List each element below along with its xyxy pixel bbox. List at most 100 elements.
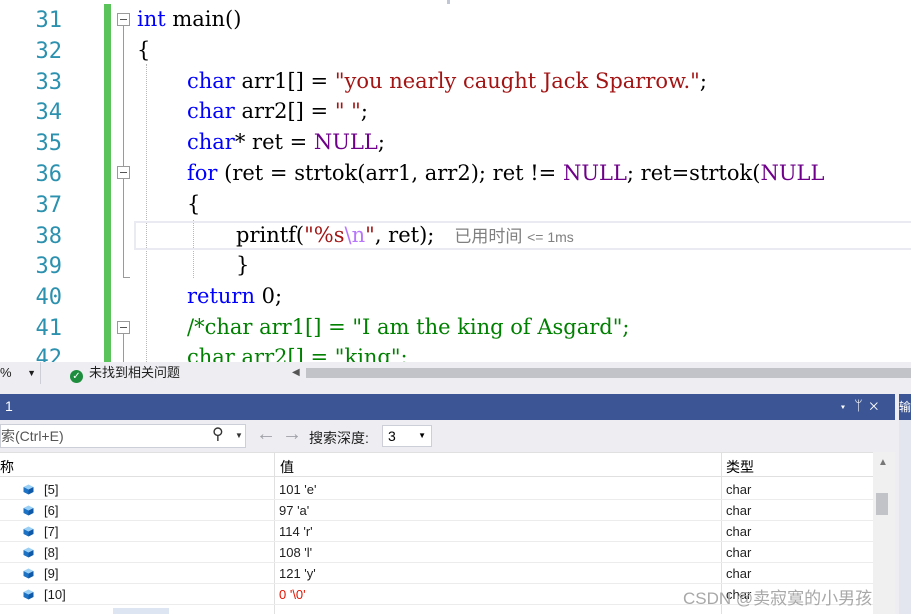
code-token: ; ret=strtok( xyxy=(626,161,761,185)
cell-value[interactable]: 114 'r' xyxy=(279,524,313,539)
line-number: 39 xyxy=(35,254,63,279)
table-row[interactable]: [5] 101 'e' char xyxy=(0,479,873,500)
fold-line xyxy=(123,26,124,166)
forward-arrow-icon[interactable]: → xyxy=(282,423,302,446)
output-tab-label: 输 xyxy=(899,394,911,420)
cell-value[interactable]: 101 'e' xyxy=(279,482,317,497)
code-line-35: char* ret = NULL; xyxy=(187,127,385,158)
code-token: NULL xyxy=(562,161,627,185)
code-line-39: } xyxy=(236,250,249,281)
code-line-36: for (ret = strtok(arr1, arr2); ret != NU… xyxy=(187,158,824,189)
search-icon[interactable]: ⚲ xyxy=(212,424,224,446)
code-token: ; xyxy=(699,69,707,93)
cell-name: [9] xyxy=(44,566,59,581)
code-token: arr1[] = xyxy=(234,69,335,93)
code-token: * ret = xyxy=(234,130,314,154)
code-token: arr2[] = xyxy=(234,99,335,123)
code-token: ; xyxy=(360,99,368,123)
perf-tip[interactable]: 已用时间 <= 1ms xyxy=(454,227,573,246)
column-header-name[interactable]: 称 xyxy=(0,457,14,477)
table-row[interactable]: [9] 121 'y' char xyxy=(0,563,873,584)
cell-name: [10] xyxy=(44,587,66,602)
watch-toolbar: 索(Ctrl+E) ⚲ ▼ ← → 搜索深度: 3 ▼ xyxy=(0,420,895,452)
code-token: int xyxy=(137,7,166,31)
line-number: 40 xyxy=(35,285,63,310)
chevron-down-icon: ▼ xyxy=(27,368,36,378)
cell-value[interactable]: 108 'l' xyxy=(279,545,312,560)
collapse-for-icon[interactable] xyxy=(117,166,130,179)
cell-value[interactable]: 97 'a' xyxy=(279,503,309,518)
line-number: 42 xyxy=(35,346,63,362)
back-arrow-icon[interactable]: ← xyxy=(256,423,276,446)
collapse-main-icon[interactable] xyxy=(117,13,130,26)
code-line-40: return 0; xyxy=(187,281,282,312)
vertical-scrollbar[interactable]: ▲ xyxy=(873,452,895,614)
code-line-38: printf("%s\n", ret); 已用时间 <= 1ms xyxy=(236,220,574,253)
cell-value[interactable]: 0 '\0' xyxy=(279,587,306,602)
fold-line xyxy=(123,179,124,278)
line-number: 38 xyxy=(35,224,63,249)
table-row[interactable]: [6] 97 'a' char xyxy=(0,500,873,521)
line-number: 36 xyxy=(35,162,63,187)
zoom-dropdown[interactable]: % ▼ xyxy=(0,362,41,384)
close-icon[interactable]: ✕ xyxy=(870,397,885,413)
scrollbar-thumb[interactable] xyxy=(876,493,888,515)
code-token: { xyxy=(187,192,201,216)
chevron-down-icon[interactable]: ▼ xyxy=(235,425,243,447)
cell-type: char xyxy=(726,545,752,560)
code-token: ; xyxy=(377,130,385,154)
code-token: main() xyxy=(165,7,242,31)
code-token: "you nearly caught Jack Sparrow." xyxy=(334,69,700,93)
cell-value[interactable]: 121 'y' xyxy=(279,566,316,581)
line-number: 41 xyxy=(35,316,63,341)
code-token: char xyxy=(187,130,235,154)
code-token: " xyxy=(365,223,375,247)
bottom-tab-strip[interactable] xyxy=(113,608,169,614)
field-icon xyxy=(23,588,34,600)
output-panel-edge[interactable]: 输 xyxy=(899,394,911,614)
column-header-value[interactable]: 值 xyxy=(280,457,294,477)
code-token: char arr2[] = "king"; xyxy=(187,345,408,362)
search-placeholder: 索(Ctrl+E) xyxy=(1,428,64,444)
grid-header: 称 值 类型 xyxy=(0,452,873,477)
scroll-left-icon[interactable]: ◀ xyxy=(292,367,300,378)
watch-panel-title-bar[interactable]: 1 ▾ᛘ✕ xyxy=(0,394,895,420)
cell-name: [5] xyxy=(44,482,59,497)
table-row[interactable]: [7] 114 'r' char xyxy=(0,521,873,542)
horizontal-scrollbar[interactable] xyxy=(306,368,911,378)
column-header-type[interactable]: 类型 xyxy=(726,457,754,477)
collapse-comment-icon[interactable] xyxy=(117,321,130,334)
code-token: NULL xyxy=(760,161,825,185)
code-line-31: int main() xyxy=(137,4,241,35)
panel-splitter[interactable] xyxy=(0,384,911,394)
cell-name: [6] xyxy=(44,503,59,518)
fold-end-tick xyxy=(123,277,130,278)
cell-type: char xyxy=(726,482,752,497)
code-token: printf( xyxy=(236,223,305,247)
code-token: /*char arr1[] = "I am the king of Asgard… xyxy=(187,315,630,339)
code-token: "%s xyxy=(304,223,345,247)
search-depth-select[interactable]: 3 ▼ xyxy=(382,425,432,447)
search-input[interactable]: 索(Ctrl+E) ⚲ ▼ xyxy=(0,424,246,448)
field-icon xyxy=(23,504,34,516)
cell-type: char xyxy=(726,566,752,581)
line-number: 35 xyxy=(35,131,63,156)
panel-menu-icon[interactable]: ▾ xyxy=(839,397,854,413)
issues-indicator[interactable]: ✓ 未找到相关问题 xyxy=(70,362,180,384)
line-number: 32 xyxy=(35,39,63,64)
code-token: char xyxy=(187,99,235,123)
scroll-up-icon[interactable]: ▲ xyxy=(878,457,888,468)
code-token: \n xyxy=(344,223,366,247)
field-icon xyxy=(23,546,34,558)
table-row[interactable]: [8] 108 'l' char xyxy=(0,542,873,563)
code-token: char xyxy=(187,69,235,93)
cell-name: [8] xyxy=(44,545,59,560)
line-number: 33 xyxy=(35,70,63,95)
pin-icon[interactable]: ᛘ xyxy=(854,397,869,413)
indent-guide xyxy=(146,64,147,362)
code-editor[interactable]: 31 32 33 34 35 36 37 38 39 40 41 42 int … xyxy=(0,0,911,362)
code-line-34: char arr2[] = " "; xyxy=(187,96,368,127)
check-circle-icon: ✓ xyxy=(70,370,83,383)
code-token: for xyxy=(187,161,218,185)
change-tracking-bar xyxy=(104,4,111,362)
